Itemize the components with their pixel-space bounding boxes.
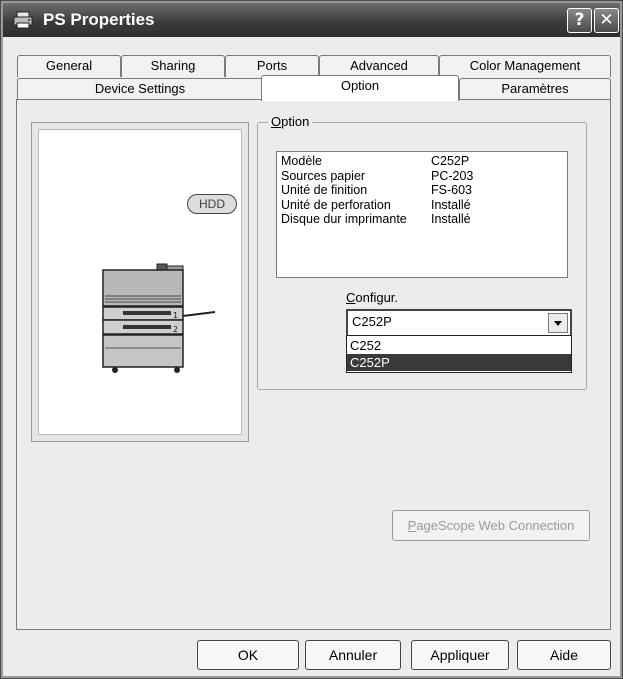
config-label: Configur.: [346, 290, 398, 305]
printer-body: [102, 269, 184, 307]
tray-label: 2: [173, 325, 178, 334]
info-value: C252P: [431, 154, 470, 168]
printer-preview-frame: HDD 1 2: [31, 122, 249, 442]
tab-advanced[interactable]: Advanced: [319, 55, 439, 77]
config-label-text: onfigur.: [355, 290, 399, 305]
properties-window: PS Properties ? ✕ General Sharing Ports …: [0, 0, 623, 679]
config-select-value: C252P: [352, 314, 392, 329]
tab-label: Ports: [256, 58, 288, 73]
info-value: PC-203: [431, 168, 474, 183]
output-tray: [182, 311, 216, 317]
web-button-mnemonic: P: [407, 518, 417, 533]
option-groupbox: Option Modèle C252P Sources papier PC-20…: [257, 114, 587, 390]
tab-label: Device Settings: [94, 81, 186, 96]
printer-illustration: 1 2: [102, 263, 216, 373]
legend-text: ption: [281, 114, 310, 129]
close-button[interactable]: ✕: [594, 8, 619, 33]
info-value: Installé: [431, 197, 471, 212]
cancel-button[interactable]: Annuler: [305, 640, 401, 670]
option-info-list[interactable]: Modèle C252P Sources papier PC-203 Unité…: [276, 151, 568, 278]
paper-tray-2: 2: [102, 319, 184, 335]
option-panel: HDD 1 2 Option Modèle C252P Sources papi…: [16, 99, 611, 630]
tab-label: Advanced: [350, 58, 408, 73]
tab-label: Sharing: [150, 58, 196, 73]
title-bar[interactable]: PS Properties ? ✕: [3, 3, 620, 37]
tray-label: 1: [173, 311, 178, 320]
apply-button[interactable]: Appliquer: [411, 640, 509, 670]
tab-label: Color Management: [469, 58, 581, 73]
config-select[interactable]: C252P: [346, 309, 572, 337]
config-mnemonic: C: [346, 290, 356, 305]
help-button[interactable]: Aide: [517, 640, 611, 670]
config-dropdown-list: C252 C252P: [346, 335, 572, 373]
printer-preview: HDD 1 2: [38, 129, 242, 435]
tab-label: General: [45, 58, 93, 73]
ok-button[interactable]: OK: [197, 640, 299, 670]
close-icon: ✕: [599, 10, 614, 30]
help-icon: ?: [574, 10, 585, 30]
legend-mnemonic: O: [271, 114, 282, 129]
config-option-c252p[interactable]: C252P: [347, 354, 571, 371]
tab-label: Option: [340, 78, 380, 93]
info-label: Sources papier: [281, 168, 366, 183]
info-label: Unité de finition: [281, 183, 368, 197]
info-label: Disque dur imprimante: [281, 212, 407, 226]
tab-color-management[interactable]: Color Management: [439, 55, 611, 77]
web-button-text: ageScope Web Connection: [416, 518, 575, 533]
tab-parametres[interactable]: Paramètres: [459, 78, 611, 100]
paper-tray-1: 1: [102, 306, 184, 321]
info-label: Modèle: [281, 154, 322, 168]
info-value: FS-603: [431, 183, 472, 197]
option-group-legend: Option: [268, 114, 313, 129]
tab-general[interactable]: General: [17, 55, 121, 77]
tab-option[interactable]: Option: [261, 75, 459, 101]
tab-device-settings[interactable]: Device Settings: [17, 78, 263, 100]
info-label: Unité de perforation: [281, 197, 391, 212]
printer-cabinet: [102, 334, 184, 373]
chevron-down-icon: [554, 321, 562, 326]
pagescope-web-connection-button[interactable]: PageScope Web Connection: [392, 510, 590, 541]
printer-icon: [13, 11, 33, 29]
window-title: PS Properties: [43, 10, 155, 29]
tab-label: Paramètres: [501, 81, 569, 96]
tab-sharing[interactable]: Sharing: [121, 55, 225, 77]
info-value: Installé: [431, 212, 471, 226]
tab-ports[interactable]: Ports: [225, 55, 319, 77]
config-option-c252[interactable]: C252: [347, 337, 571, 354]
help-title-button[interactable]: ?: [567, 8, 592, 33]
dropdown-arrow-button[interactable]: [548, 313, 568, 333]
